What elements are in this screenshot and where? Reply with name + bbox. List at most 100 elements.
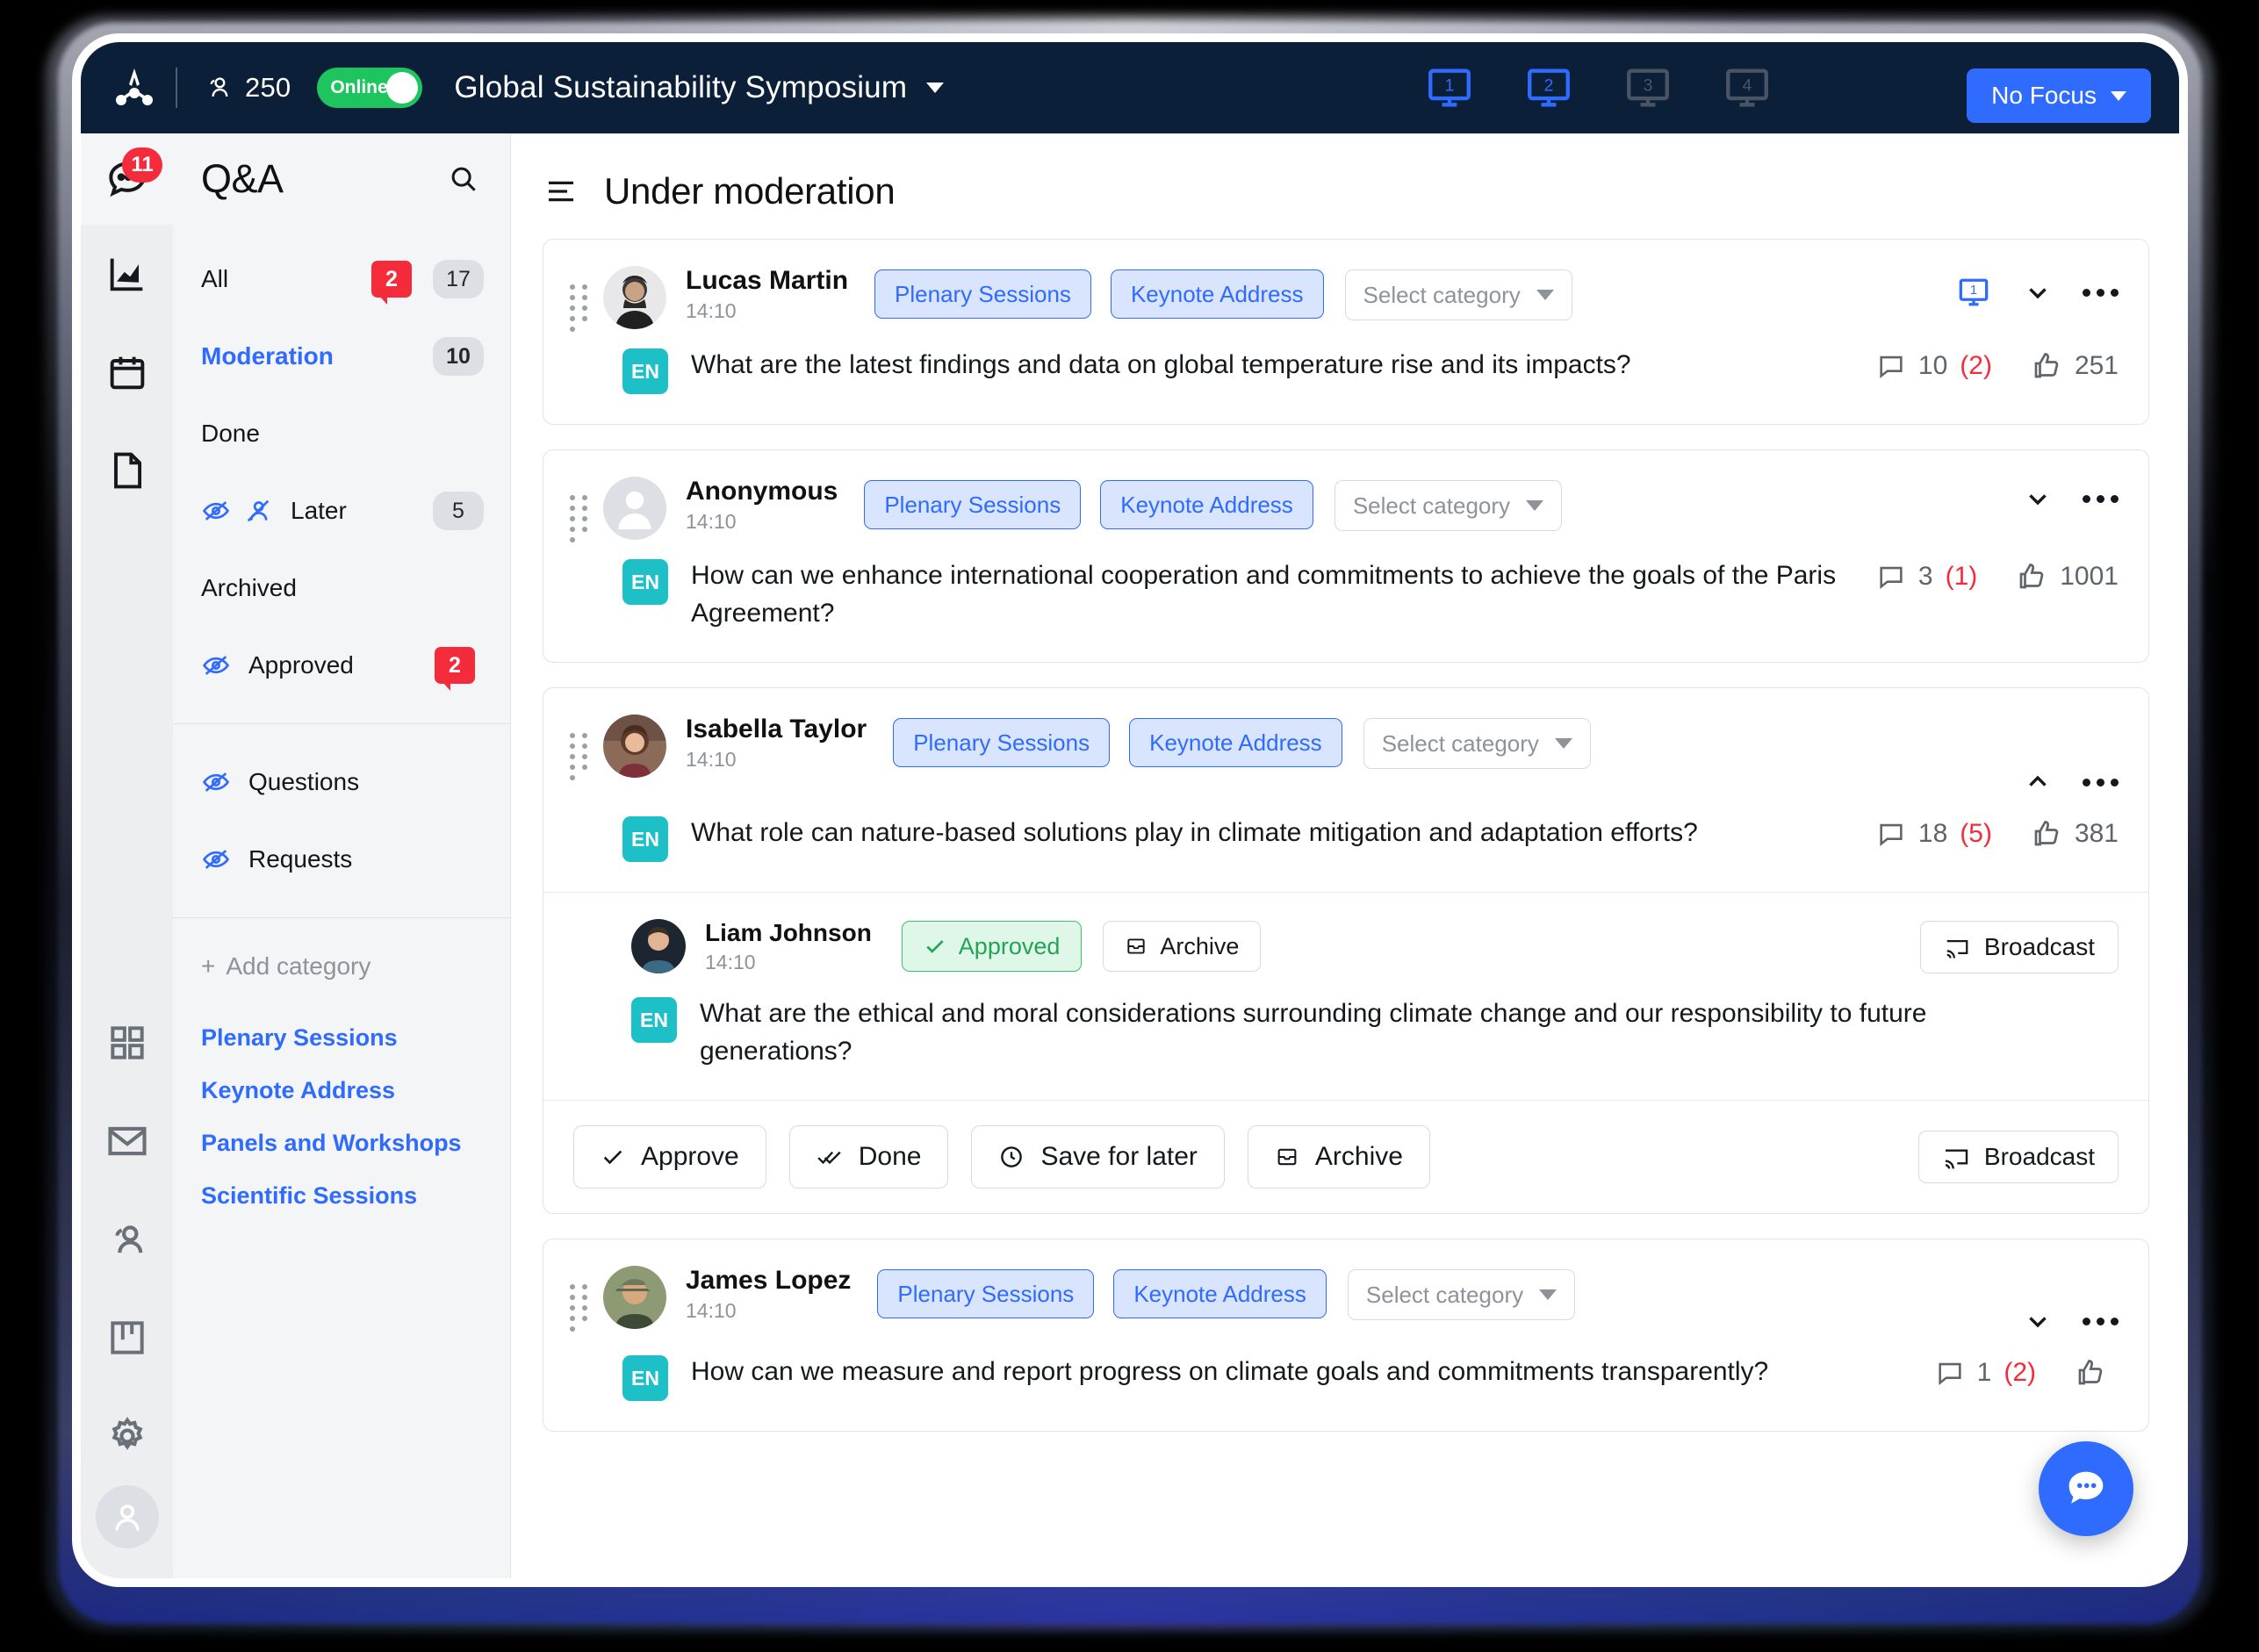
chevron-down-icon[interactable]	[2023, 1306, 2053, 1336]
tag-plenary-sessions[interactable]: Plenary Sessions	[893, 718, 1111, 768]
add-category-label: Add category	[226, 952, 371, 980]
chevron-down-icon[interactable]	[2023, 484, 2053, 514]
rail-item-chat[interactable]: 11	[81, 133, 173, 225]
select-category-dropdown[interactable]: Select category	[1347, 1269, 1576, 1321]
rail-item-grid[interactable]	[81, 994, 173, 1092]
author-name: James Lopez	[686, 1266, 852, 1296]
done-button[interactable]: Done	[788, 1125, 949, 1189]
category-panels-and-workshops[interactable]: Panels and Workshops	[173, 1117, 510, 1169]
like-count[interactable]: 251	[2031, 350, 2119, 382]
drag-handle-icon[interactable]	[566, 282, 593, 332]
select-category-dropdown[interactable]: Select category	[1334, 480, 1563, 531]
screen-button-1[interactable]: 1	[1424, 62, 1475, 113]
attendees-icon	[204, 73, 234, 103]
avatar	[603, 715, 666, 779]
comment-new: (2)	[2004, 1358, 2036, 1388]
approve-button[interactable]: Approve	[573, 1125, 766, 1189]
calendar-icon	[110, 356, 144, 390]
rail-item-document[interactable]	[81, 421, 173, 520]
icon-rail: 11	[81, 133, 173, 1578]
sidebar-item-approved[interactable]: Approved 2	[173, 627, 510, 704]
chat-fab-button[interactable]	[2039, 1441, 2133, 1536]
rail-item-board[interactable]	[81, 1289, 173, 1387]
select-category-dropdown[interactable]: Select category	[1344, 269, 1572, 320]
comment-count[interactable]: 1 (2)	[1935, 1358, 2036, 1388]
logo-icon[interactable]	[107, 61, 162, 115]
card-stats: 1 (2)	[1935, 1354, 2119, 1389]
screen-button-4[interactable]: 4	[1722, 62, 1773, 113]
more-options-icon[interactable]	[2083, 288, 2119, 297]
profile-avatar[interactable]	[95, 1485, 159, 1548]
reply-author-name: Liam Johnson	[705, 919, 872, 947]
sidebar-item-moderation[interactable]: Moderation 10	[173, 318, 510, 395]
more-options-icon[interactable]	[2083, 778, 2119, 786]
tag-keynote-address[interactable]: Keynote Address	[1110, 269, 1324, 319]
author-meta: Anonymous 14:10	[686, 477, 838, 534]
add-category-button[interactable]: + Add category	[173, 937, 510, 995]
comment-count[interactable]: 3 (1)	[1876, 562, 1977, 592]
rail-item-mail[interactable]	[81, 1092, 173, 1190]
chevron-up-icon[interactable]	[2023, 767, 2053, 797]
save-for-later-button[interactable]: Save for later	[971, 1125, 1225, 1189]
tag-plenary-sessions[interactable]: Plenary Sessions	[874, 269, 1091, 319]
tag-keynote-address[interactable]: Keynote Address	[1129, 718, 1342, 768]
focus-mode-button[interactable]: No Focus	[1967, 68, 2151, 123]
language-badge: EN	[622, 816, 668, 863]
chevron-down-icon	[2111, 90, 2126, 101]
broadcast-icon	[1942, 1143, 1970, 1171]
drag-handle-icon[interactable]	[566, 1282, 593, 1332]
tag-keynote-address[interactable]: Keynote Address	[1100, 480, 1313, 529]
card-actions: Approve Done Save for later Archive Broa…	[543, 1100, 2148, 1213]
sidebar-item-requests[interactable]: Requests	[173, 821, 510, 898]
sidebar-item-done[interactable]: Done	[173, 395, 510, 472]
comment-icon	[1876, 562, 1906, 592]
chevron-down-icon[interactable]	[2023, 277, 2053, 307]
like-count[interactable]: 381	[2031, 818, 2119, 850]
avatar	[603, 1266, 666, 1330]
drag-handle-icon[interactable]	[566, 730, 593, 781]
tag-keynote-address[interactable]: Keynote Address	[1113, 1269, 1327, 1319]
reply-broadcast-button[interactable]: Broadcast	[1919, 921, 2119, 974]
screen-badge-icon[interactable]: 1	[1954, 273, 1993, 312]
approved-badge[interactable]: Approved	[901, 921, 1083, 973]
rail-item-people[interactable]	[81, 1190, 173, 1289]
tag-list: Plenary Sessions Keynote Address	[864, 480, 1313, 529]
comment-count[interactable]: 18 (5)	[1876, 819, 1992, 849]
sidebar-item-questions[interactable]: Questions	[173, 743, 510, 821]
rail-item-settings[interactable]	[81, 1387, 173, 1485]
search-icon[interactable]	[447, 162, 480, 196]
reply-archive-button[interactable]: Archive	[1103, 921, 1262, 973]
rail-item-analytics[interactable]	[81, 225, 173, 323]
like-count[interactable]	[2075, 1357, 2119, 1389]
person-icon	[114, 1505, 140, 1531]
list-icon[interactable]	[543, 173, 579, 210]
comment-count[interactable]: 10 (2)	[1876, 351, 1992, 381]
chevron-down-icon	[1539, 1289, 1558, 1301]
like-count[interactable]: 1001	[2016, 561, 2119, 593]
category-scientific-sessions[interactable]: Scientific Sessions	[173, 1169, 510, 1222]
card-tools	[2023, 1262, 2119, 1336]
svg-text:3: 3	[1644, 77, 1653, 96]
more-options-icon[interactable]	[2083, 494, 2119, 503]
tag-plenary-sessions[interactable]: Plenary Sessions	[877, 1269, 1095, 1319]
sidebar-item-all[interactable]: All 2 17	[173, 241, 510, 318]
screen-button-3[interactable]: 3	[1622, 62, 1673, 113]
sidebar-item-later[interactable]: Later 5	[173, 472, 510, 549]
question-row: EN How can we enhance international coop…	[543, 540, 2148, 662]
category-keynote-address[interactable]: Keynote Address	[173, 1064, 510, 1117]
more-options-icon[interactable]	[2083, 1317, 2119, 1325]
online-toggle[interactable]: Online	[317, 68, 423, 108]
category-plenary-sessions[interactable]: Plenary Sessions	[173, 1011, 510, 1064]
event-title-dropdown[interactable]: Global Sustainability Symposium	[454, 70, 945, 105]
grid-icon	[110, 1026, 144, 1059]
broadcast-button[interactable]: Broadcast	[1917, 1131, 2119, 1184]
screen-button-2[interactable]: 2	[1523, 62, 1574, 113]
rail-item-calendar[interactable]	[81, 323, 173, 421]
archive-button[interactable]: Archive	[1247, 1125, 1430, 1189]
sidebar-item-archived[interactable]: Archived	[173, 549, 510, 627]
select-category-dropdown[interactable]: Select category	[1363, 718, 1591, 770]
thumbs-up-icon	[2016, 561, 2047, 593]
question-card: Lucas Martin 14:10 Plenary Sessions Keyn…	[543, 239, 2149, 425]
drag-handle-icon[interactable]	[566, 492, 593, 542]
tag-plenary-sessions[interactable]: Plenary Sessions	[864, 480, 1082, 529]
